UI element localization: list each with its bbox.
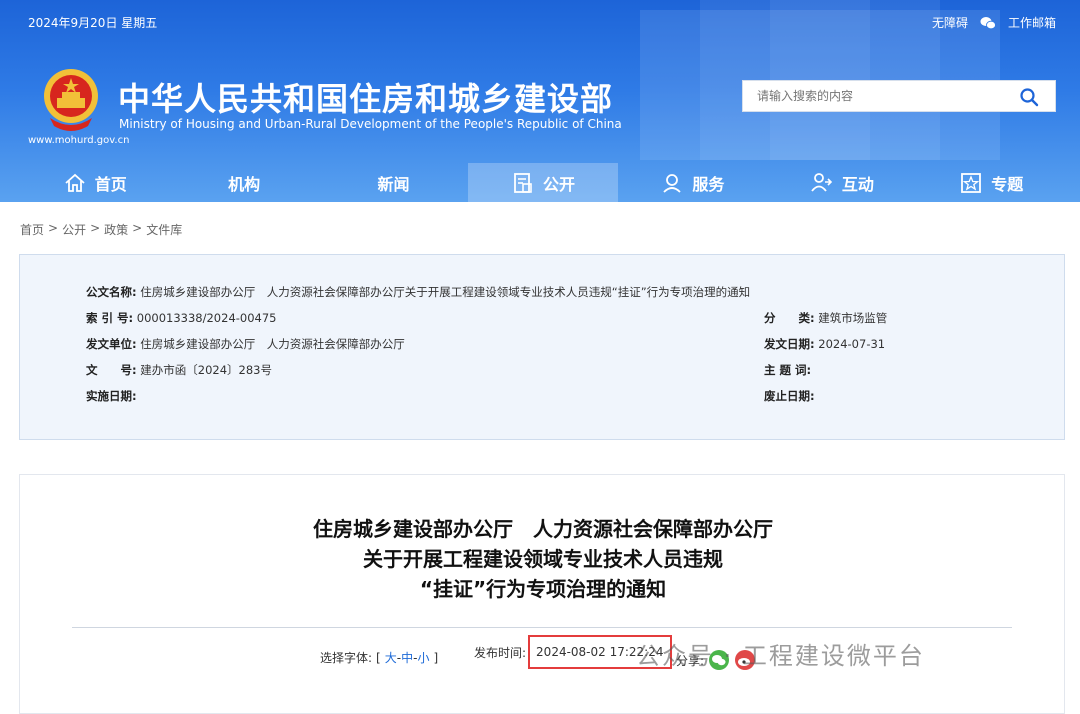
effective-date-label: 实施日期: — [86, 389, 137, 403]
site-header: 2024年9月20日 星期五 无障碍 工作邮箱 www.mohurd.gov.c… — [0, 0, 1080, 202]
document-icon — [514, 172, 532, 193]
nav-item-news[interactable]: 新闻 — [319, 163, 468, 202]
article-title-line: 关于开展工程建设领域专业技术人员违规 — [363, 547, 723, 571]
interaction-icon — [811, 172, 832, 192]
breadcrumb: 首页 > 公开 > 政策 > 文件库 — [20, 221, 182, 238]
issue-date-value: 2024-07-31 — [818, 337, 886, 351]
search-box — [742, 80, 1056, 112]
category-row: 分 类: 建筑市场监管 — [764, 310, 887, 326]
bracket: ] — [433, 650, 439, 665]
top-links: 无障碍 工作邮箱 — [932, 14, 1056, 31]
nav-label: 公开 — [542, 174, 575, 194]
issuer-row: 发文单位: 住房城乡建设部办公厅 人力资源社会保障部办公厅 — [86, 336, 405, 352]
article-title-line: “挂证”行为专项治理的通知 — [419, 577, 667, 601]
bracket: [ — [376, 650, 381, 665]
effective-date-row: 实施日期: — [86, 388, 137, 404]
nav-item-special[interactable]: 专题 — [917, 163, 1066, 202]
accessibility-link[interactable]: 无障碍 — [932, 14, 968, 31]
main-nav: 首页 机构 新闻 公开 服务 互动 专题 — [20, 163, 1066, 202]
nav-label: 专题 — [991, 174, 1024, 194]
home-icon — [65, 173, 85, 192]
font-size-small[interactable]: 小 — [417, 649, 429, 666]
site-name[interactable]: 中华人民共和国住房和城乡建设部 — [118, 74, 613, 120]
font-size-medium[interactable]: 中 — [401, 649, 413, 666]
doc-number-value: 建办市函〔2024〕283号 — [140, 363, 272, 377]
breadcrumb-policy[interactable]: 政策 — [104, 221, 128, 238]
service-icon — [663, 173, 682, 193]
doc-number-label: 文 号: — [86, 363, 137, 377]
repeal-date-label: 废止日期: — [764, 389, 815, 403]
nav-item-organization[interactable]: 机构 — [169, 163, 318, 202]
index-label: 索 引 号: — [86, 311, 134, 325]
issue-date-label: 发文日期: — [764, 337, 815, 351]
nav-item-service[interactable]: 服务 — [618, 163, 767, 202]
nav-item-interaction[interactable]: 互动 — [767, 163, 916, 202]
index-row: 索 引 号: 000013338/2024-00475 — [86, 310, 277, 326]
keywords-label: 主 题 词: — [764, 363, 812, 377]
nav-label: 新闻 — [377, 174, 410, 194]
category-value: 建筑市场监管 — [818, 311, 888, 325]
issuer-value: 住房城乡建设部办公厅 人力资源社会保障部办公厅 — [140, 337, 405, 351]
nav-label: 服务 — [692, 174, 725, 194]
site-domain: www.mohurd.gov.cn — [28, 135, 130, 146]
nav-item-home[interactable]: 首页 — [20, 163, 169, 202]
doc-title-label: 公文名称: — [86, 285, 137, 299]
site-name-english: Ministry of Housing and Urban-Rural Deve… — [119, 117, 622, 131]
document-info-panel: 公文名称: 住房城乡建设部办公厅 人力资源社会保障部办公厅关于开展工程建设领域专… — [19, 254, 1065, 440]
watermark-text: 公众号 · 工程建设微平台 — [636, 642, 925, 670]
nav-label: 首页 — [94, 174, 127, 194]
keywords-row: 主 题 词: — [764, 362, 811, 378]
issue-date-row: 发文日期: 2024-07-31 — [764, 336, 885, 352]
font-size-label: 选择字体: — [320, 651, 373, 665]
work-email-link[interactable]: 工作邮箱 — [1008, 14, 1056, 31]
issuer-label: 发文单位: — [86, 337, 137, 351]
repeal-date-row: 废止日期: — [764, 388, 815, 404]
breadcrumb-separator: > — [90, 221, 101, 235]
national-emblem-icon[interactable] — [40, 66, 102, 132]
search-input[interactable] — [743, 81, 1003, 111]
breadcrumb-home[interactable]: 首页 — [20, 221, 44, 238]
article-title-line: 住房城乡建设部办公厅 人力资源社会保障部办公厅 — [313, 517, 773, 541]
article-panel: 住房城乡建设部办公厅 人力资源社会保障部办公厅 关于开展工程建设领域专业技术人员… — [19, 474, 1065, 714]
publish-time-label: 发布时间: — [474, 645, 527, 660]
index-value: 000013338/2024-00475 — [136, 311, 277, 325]
search-icon[interactable] — [1019, 87, 1039, 107]
breadcrumb-library[interactable]: 文件库 — [146, 221, 182, 238]
font-size-selector: 选择字体: [ 大 - 中 - 小 ] — [320, 649, 438, 666]
doc-number-row: 文 号: 建办市函〔2024〕283号 — [86, 362, 272, 378]
doc-title-value: 住房城乡建设部办公厅 人力资源社会保障部办公厅关于开展工程建设领域专业技术人员违… — [140, 285, 751, 299]
nav-item-public[interactable]: 公开 — [468, 163, 618, 202]
star-icon — [961, 172, 982, 193]
breadcrumb-separator: > — [132, 221, 143, 235]
title-divider — [72, 627, 1012, 628]
doc-title-row: 公文名称: 住房城乡建设部办公厅 人力资源社会保障部办公厅关于开展工程建设领域专… — [86, 284, 750, 300]
current-date: 2024年9月20日 星期五 — [28, 16, 158, 30]
nav-label: 互动 — [841, 174, 874, 194]
breadcrumb-separator: > — [48, 221, 59, 235]
breadcrumb-public[interactable]: 公开 — [62, 221, 86, 238]
category-label: 分 类: — [764, 311, 815, 325]
nav-label: 机构 — [228, 174, 261, 194]
font-size-large[interactable]: 大 — [385, 649, 397, 666]
wechat-icon[interactable] — [980, 16, 996, 30]
